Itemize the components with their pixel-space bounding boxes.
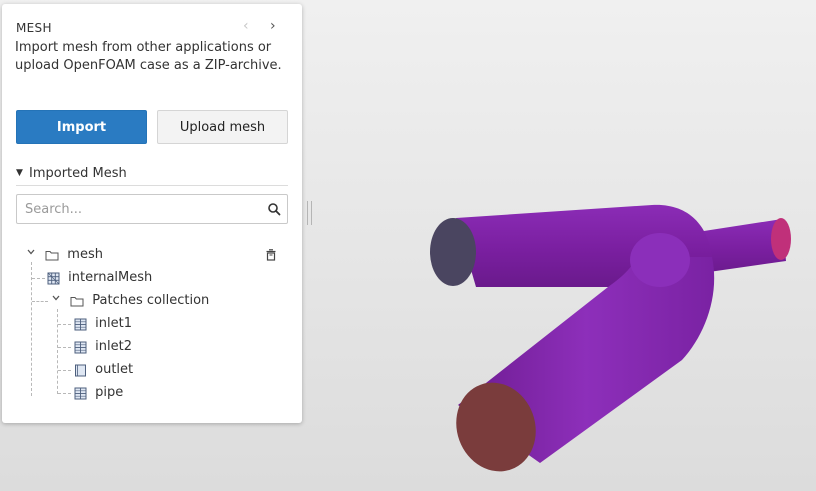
tree-connector [31,262,32,396]
tree-item-patch[interactable]: inlet1 [74,314,132,334]
panel-title: MESH [16,21,52,35]
tree-connector [32,278,45,279]
imported-mesh-section[interactable]: ▼ Imported Mesh [16,165,288,186]
folder-icon [70,297,84,307]
tree-connector [58,370,71,371]
next-arrow-icon[interactable]: › [270,18,276,34]
search-input[interactable] [17,195,273,223]
internal-mesh-icon [47,272,60,284]
chevron-down-icon[interactable] [51,291,61,311]
search-icon[interactable] [267,202,281,216]
inlet-cap [430,218,476,286]
mesh-panel: MESH ‹ › Import mesh from other applicat… [2,4,302,423]
search-box [16,194,288,224]
tree-item-label: pipe [95,385,124,400]
tree-item-internal-mesh[interactable]: internalMesh [47,268,152,288]
tree-item-label: inlet1 [95,316,132,331]
tree-item-patch[interactable]: pipe [74,383,123,403]
tree-item-patch[interactable]: inlet2 [74,337,132,357]
tree-connector [58,347,71,348]
panel-description: Import mesh from other applications or u… [15,40,282,73]
tree-connector [58,393,71,394]
tree-item-patches-collection[interactable]: Patches collection [51,291,209,311]
tree-item-label: inlet2 [95,339,132,354]
mesh-joint [630,233,690,287]
patch-grid-icon [74,387,87,399]
folder-icon [45,251,59,261]
upload-mesh-button[interactable]: Upload mesh [157,110,288,144]
tree-connector [58,324,71,325]
tree-connector [32,301,48,302]
patch-grid-icon [74,341,87,353]
section-label: Imported Mesh [29,166,127,181]
delete-icon[interactable] [264,248,278,262]
prev-arrow-icon[interactable]: ‹ [243,18,249,34]
outlet-cap [771,218,791,260]
import-button[interactable]: Import [16,110,147,144]
tree-item-patch[interactable]: outlet [74,360,133,380]
panel-resize-handle[interactable] [307,201,312,225]
patch-grid-icon [74,318,87,330]
patch-plain-icon [75,364,86,376]
tree-item-mesh[interactable]: mesh [26,245,103,265]
tree-item-label: outlet [95,362,134,377]
tree-item-label: Patches collection [92,293,210,308]
tree-item-label: mesh [67,247,103,262]
mesh-3d-render[interactable] [420,195,800,480]
caret-down-icon: ▼ [16,168,23,178]
chevron-down-icon[interactable] [26,245,36,265]
tree-item-label: internalMesh [68,270,153,285]
tree-connector [57,309,58,394]
3d-viewport[interactable]: MESH ‹ › Import mesh from other applicat… [0,0,816,491]
